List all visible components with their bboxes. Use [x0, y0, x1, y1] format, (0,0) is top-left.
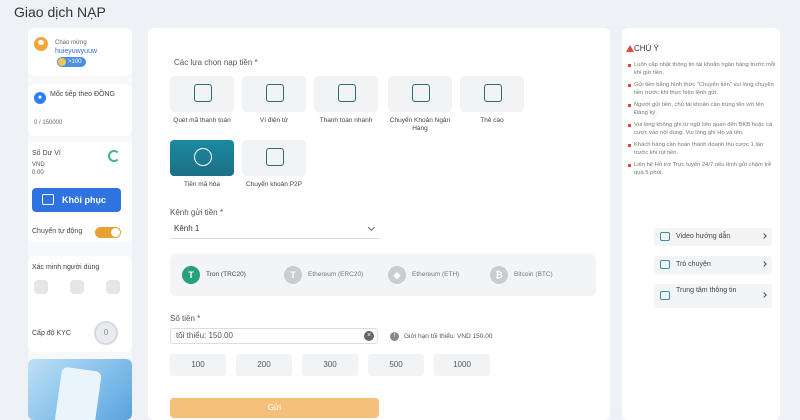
- submit-button[interactable]: Gửi: [170, 398, 379, 418]
- wallet-icon: [42, 194, 54, 205]
- channel-label: Kênh gửi tiền *: [170, 208, 223, 217]
- ethereum-icon: ◆: [388, 266, 406, 284]
- verify-label: Xác minh người dùng: [32, 264, 100, 271]
- amount-placeholder: tối thiểu: 150.00: [176, 331, 233, 340]
- page-title: Giao dịch NẠP: [14, 4, 106, 20]
- help-info-center[interactable]: Trung tâm thông tin: [654, 284, 772, 308]
- p2p-icon: [266, 148, 284, 166]
- note-item: Luôn cập nhật thông tin tài khoản ngân h…: [626, 62, 776, 77]
- chat-icon: [660, 260, 670, 269]
- user-card: Chào mừng huieyuwyuuw >100: [28, 28, 132, 76]
- quick-amount-300[interactable]: 300: [302, 354, 358, 376]
- tether-icon: T: [284, 266, 302, 284]
- avatar[interactable]: [34, 37, 48, 51]
- deposit-form: Các lựa chọn nạp tiền * Quét mã thanh to…: [148, 28, 610, 420]
- restore-label: Khôi phục: [62, 195, 106, 205]
- quick-amount-200[interactable]: 200: [236, 354, 292, 376]
- auto-transfer-label: Chuyển tự động: [32, 228, 83, 235]
- balance-currency: VND: [32, 162, 45, 168]
- quick-amount-500[interactable]: 500: [368, 354, 424, 376]
- balance-amount: 0.00: [32, 170, 44, 176]
- notes-title: CHÚ Ý: [634, 44, 659, 53]
- help-chat[interactable]: Trò chuyện: [654, 256, 772, 274]
- goal-progress: 0 / 150000: [34, 120, 63, 126]
- tether-icon: T: [182, 266, 200, 284]
- auto-transfer-toggle[interactable]: [95, 227, 121, 238]
- info-icon: !: [390, 332, 399, 341]
- coin-icon: ●: [34, 92, 46, 104]
- account-sidebar: Chào mừng huieyuwyuuw >100 ● Mốc tiếp th…: [28, 28, 132, 420]
- kyc-level-badge: 0: [94, 321, 118, 345]
- note-item: Vui lòng không ghi từ ngữ liên quan đến …: [626, 122, 776, 137]
- qr-code-icon: [266, 84, 284, 102]
- user-verify-icon[interactable]: [34, 280, 48, 294]
- coin-selector: T Tron (TRC20) T Ethereum (ERC20) ◆ Ethe…: [170, 254, 596, 296]
- amount-label: Số tiền *: [170, 314, 201, 323]
- channel-value: Kênh 1: [174, 224, 200, 233]
- notes-panel: CHÚ Ý Luôn cập nhật thông tin tài khoản …: [622, 28, 780, 420]
- info-center-icon: [660, 291, 670, 300]
- clear-icon[interactable]: ×: [364, 331, 374, 341]
- chevron-right-icon: [761, 233, 767, 239]
- help-video[interactable]: Video hướng dẫn: [654, 228, 772, 246]
- note-item: Khách hàng cần hoàn thành doanh thu cược…: [626, 142, 776, 157]
- video-icon: [660, 232, 670, 241]
- crypto-icon: [194, 148, 212, 166]
- bitcoin-icon: ₿: [490, 266, 508, 284]
- method-e-wallet[interactable]: Ví điện tử: [242, 76, 306, 125]
- notes-list: Luôn cập nhật thông tin tài khoản ngân h…: [626, 62, 776, 182]
- fast-pay-icon: [338, 84, 356, 102]
- kyc-card: Cấp độ KYC 0: [28, 314, 132, 352]
- channel-select[interactable]: Kênh 1: [170, 221, 380, 239]
- warning-icon: [626, 45, 634, 52]
- method-qr-scan[interactable]: Quét mã thanh toán: [170, 76, 234, 125]
- methods-label: Các lựa chọn nạp tiền *: [174, 58, 258, 67]
- min-limit-text: Giới hạn tối thiểu: VND 150.00: [404, 333, 493, 340]
- note-item: Gửi tiền bằng hình thức "Chuyển tiền" vu…: [626, 82, 776, 97]
- username: huieyuwyuuw: [55, 48, 98, 55]
- method-fast-pay[interactable]: Thanh toán nhanh: [314, 76, 378, 125]
- phone-verify-icon[interactable]: [70, 280, 84, 294]
- qr-scan-icon: [194, 84, 212, 102]
- balance-label: Số Dư Ví: [32, 150, 61, 157]
- method-p2p[interactable]: Chuyển khoản P2P: [242, 140, 306, 189]
- card-icon: [484, 84, 502, 102]
- refresh-icon[interactable]: [108, 150, 120, 162]
- goal-label: Mốc tiếp theo ĐỒNG: [50, 91, 115, 98]
- note-item: Người gửi tiền, chủ tài khoản cần trùng …: [626, 102, 776, 117]
- bank-icon: [412, 84, 430, 102]
- quick-amount-1000[interactable]: 1000: [434, 354, 490, 376]
- note-item: Liên hệ Hỗ trợ Trực tuyến 24/7 nếu lệnh …: [626, 162, 776, 177]
- method-scratch-card[interactable]: Thẻ cào: [460, 76, 524, 125]
- amount-input[interactable]: tối thiểu: 150.00 ×: [170, 328, 378, 344]
- restore-button[interactable]: Khôi phục: [32, 188, 121, 212]
- chevron-right-icon: [761, 292, 767, 298]
- chevron-right-icon: [761, 261, 767, 267]
- email-verify-icon[interactable]: [106, 280, 120, 294]
- vip-badge: >100: [57, 57, 86, 67]
- promo-banner[interactable]: [28, 359, 132, 420]
- method-crypto[interactable]: Tiền mã hóa: [170, 140, 234, 189]
- greeting: Chào mừng: [55, 40, 87, 46]
- chevron-down-icon: [367, 223, 376, 232]
- quick-amount-100[interactable]: 100: [170, 354, 226, 376]
- method-bank-transfer[interactable]: Chuyển Khoản Ngân Hàng: [388, 76, 452, 133]
- goal-card: ● Mốc tiếp theo ĐỒNG 0 / 150000: [28, 84, 132, 136]
- kyc-label: Cấp độ KYC: [32, 330, 71, 337]
- balance-card: Số Dư Ví VND 0.00 Khôi phục Chuyển tự độ…: [28, 142, 132, 242]
